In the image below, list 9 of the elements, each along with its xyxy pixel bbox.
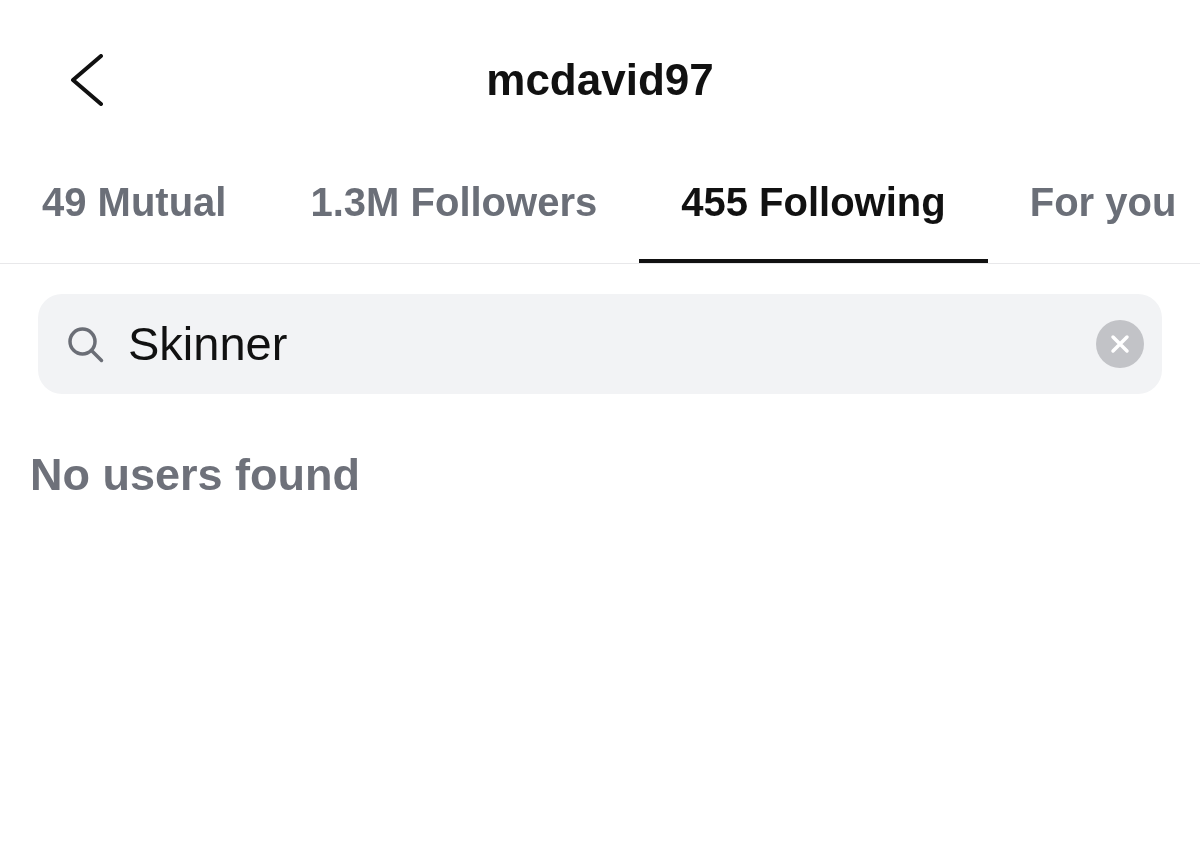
back-chevron-icon (70, 54, 104, 106)
back-button[interactable] (70, 54, 104, 106)
search-field[interactable]: Skinner (38, 294, 1162, 394)
tab[interactable]: For you (987, 160, 1200, 263)
tab[interactable]: 49 Mutual (0, 160, 269, 263)
tab[interactable]: 1.3M Followers (268, 160, 640, 263)
username-title: mcdavid97 (486, 54, 714, 106)
empty-results-message: No users found (30, 450, 360, 500)
search-icon (67, 325, 104, 363)
